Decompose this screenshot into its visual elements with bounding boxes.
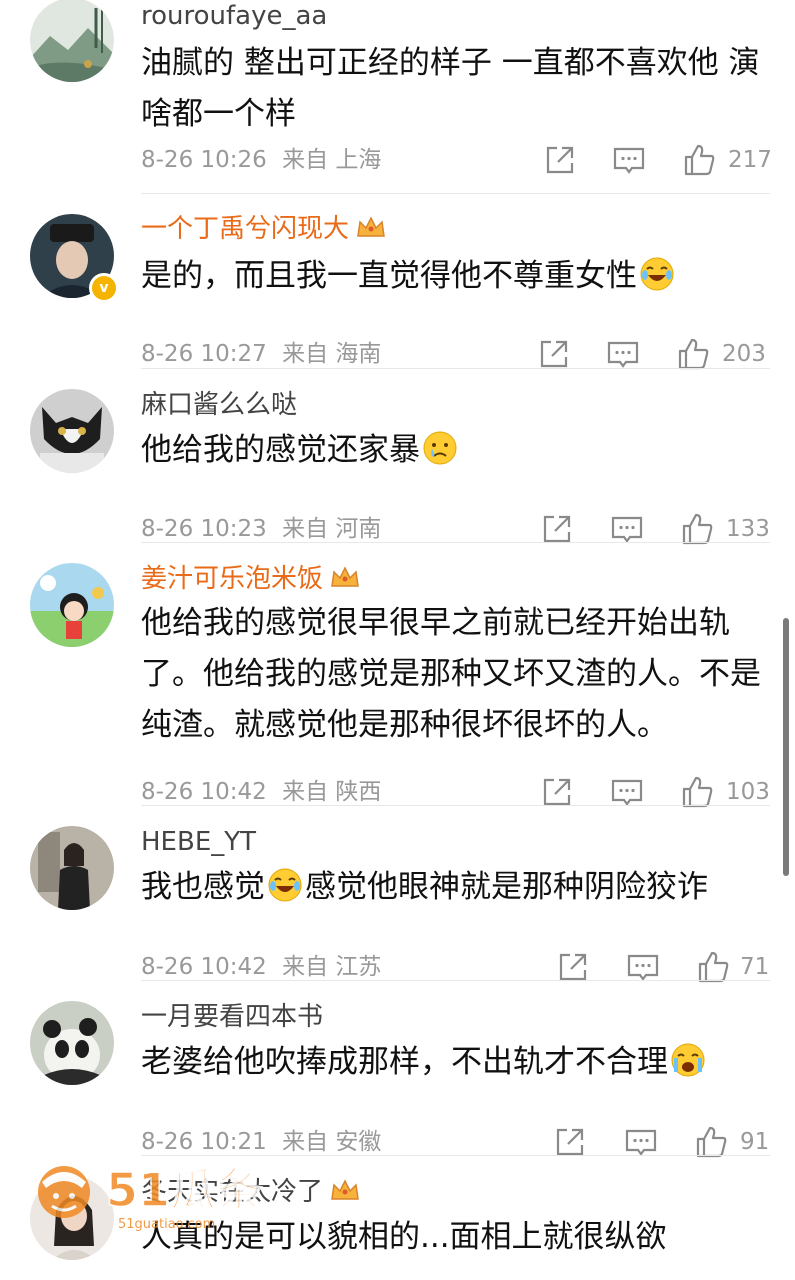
username[interactable]: 一月要看四本书 bbox=[141, 1001, 323, 1033]
comment-icon[interactable] bbox=[606, 337, 640, 371]
comment-text: 老婆给他吹捧成那样，不出轨才不合理 bbox=[141, 1037, 776, 1088]
comment-icon[interactable] bbox=[610, 512, 644, 546]
comment-location: 上海 bbox=[335, 147, 382, 173]
username[interactable]: HEBE_YT bbox=[141, 826, 256, 858]
avatar[interactable] bbox=[30, 0, 114, 82]
comment-meta: 8-26 10:23 来自 河南 bbox=[141, 514, 381, 544]
like-count: 71 bbox=[740, 954, 770, 980]
repost-icon[interactable] bbox=[556, 950, 590, 984]
verified-icon: v bbox=[89, 273, 119, 303]
like-icon[interactable] bbox=[694, 1125, 728, 1159]
username[interactable]: rouroufaye_aa bbox=[141, 0, 327, 32]
avatar[interactable] bbox=[30, 1001, 114, 1085]
repost-icon[interactable] bbox=[540, 775, 574, 809]
comment-text: 是的，而且我一直觉得他不尊重女性 bbox=[141, 251, 776, 302]
avatar[interactable] bbox=[30, 563, 114, 647]
comment-icon[interactable] bbox=[610, 775, 644, 809]
comment-text-body: 老婆给他吹捧成那样，不出轨才不合理 bbox=[141, 1044, 668, 1080]
crown-icon bbox=[331, 566, 359, 587]
avatar[interactable] bbox=[30, 389, 114, 473]
watermark-logo: 51瓜条 51guatiao.com bbox=[38, 1162, 263, 1232]
like-icon[interactable] bbox=[680, 775, 714, 809]
comment-location: 陕西 bbox=[335, 779, 382, 805]
loudly-crying-emoji bbox=[671, 1043, 705, 1077]
like-icon[interactable] bbox=[696, 950, 730, 984]
comment-item: HEBE_YT 我也感觉 感觉他眼神就是那种阴险狡诈 8-26 10:42 来自 … bbox=[0, 806, 795, 984]
comment-list: rouroufaye_aa 油腻的 整出可正经的样子 一直都不喜欢他 演啥都一个… bbox=[0, 0, 795, 1280]
username-text: 一个丁禹兮闪现大 bbox=[141, 214, 350, 244]
repost-icon[interactable] bbox=[553, 1125, 587, 1159]
crown-icon bbox=[331, 1179, 359, 1200]
comment-meta: 8-26 10:42 来自 江苏 bbox=[141, 952, 381, 982]
comment-time: 8-26 10:42 bbox=[141, 779, 267, 805]
username[interactable]: 麻口酱么么哒 bbox=[141, 389, 297, 421]
like-icon[interactable] bbox=[680, 512, 714, 546]
comment-source: 来自 bbox=[282, 954, 329, 980]
like-icon[interactable] bbox=[676, 337, 710, 371]
laughing-crying-emoji bbox=[640, 257, 674, 291]
comment-source: 来自 bbox=[282, 147, 329, 173]
repost-icon[interactable] bbox=[543, 143, 577, 177]
comment-item: rouroufaye_aa 油腻的 整出可正经的样子 一直都不喜欢他 演啥都一个… bbox=[0, 0, 795, 194]
like-count: 133 bbox=[726, 516, 770, 542]
repost-icon[interactable] bbox=[537, 337, 571, 371]
comment-time: 8-26 10:23 bbox=[141, 516, 267, 542]
username[interactable]: 姜汁可乐泡米饭 bbox=[141, 563, 361, 595]
comment-item: 一月要看四本书 老婆给他吹捧成那样，不出轨才不合理 8-26 10:21 来自 … bbox=[0, 981, 795, 1159]
comment-location: 安徽 bbox=[335, 1129, 382, 1155]
comment-time: 8-26 10:26 bbox=[141, 147, 267, 173]
username[interactable]: 一个丁禹兮闪现大 bbox=[141, 213, 387, 245]
comment-text-after: 感觉他眼神就是那种阴险狡诈 bbox=[305, 869, 708, 905]
comment-location: 江苏 bbox=[335, 954, 382, 980]
comment-icon[interactable] bbox=[612, 143, 646, 177]
watermark-url: 51guatiao.com bbox=[118, 1217, 215, 1232]
comment-meta: 8-26 10:42 来自 陕西 bbox=[141, 777, 381, 807]
scrollbar[interactable] bbox=[783, 618, 789, 876]
comment-item: v 一个丁禹兮闪现大 是的，而且我一直觉得他不尊重女性 8-26 10:27 来… bbox=[0, 194, 795, 371]
comment-text-body: 他给我的感觉还家暴 bbox=[141, 432, 420, 468]
comment-item: 麻口酱么么哒 他给我的感觉还家暴 8-26 10:23 来自 河南 133 bbox=[0, 369, 795, 546]
comment-text-before: 我也感觉 bbox=[141, 869, 265, 905]
comment-location: 河南 bbox=[335, 516, 382, 542]
comment-meta: 8-26 10:26 来自 上海 bbox=[141, 145, 381, 175]
username-text: 姜汁可乐泡米饭 bbox=[141, 564, 324, 594]
comment-text: 油腻的 整出可正经的样子 一直都不喜欢他 演啥都一个样 bbox=[141, 45, 760, 132]
comment-meta: 8-26 10:27 来自 海南 bbox=[141, 339, 381, 369]
comment-source: 来自 bbox=[282, 779, 329, 805]
comment-time: 8-26 10:27 bbox=[141, 341, 267, 367]
comment-source: 来自 bbox=[282, 516, 329, 542]
laughing-crying-emoji bbox=[268, 868, 302, 902]
comment-source: 来自 bbox=[282, 341, 329, 367]
comment-time: 8-26 10:42 bbox=[141, 954, 267, 980]
like-icon[interactable] bbox=[682, 143, 716, 177]
comment-icon[interactable] bbox=[626, 950, 660, 984]
comment-text: 我也感觉 感觉他眼神就是那种阴险狡诈 bbox=[141, 862, 776, 913]
like-count: 203 bbox=[722, 341, 766, 367]
comment-text: 他给我的感觉还家暴 bbox=[141, 425, 776, 476]
comment-text-body: 是的，而且我一直觉得他不尊重女性 bbox=[141, 258, 637, 294]
like-count: 217 bbox=[728, 147, 772, 173]
comment-icon[interactable] bbox=[624, 1125, 658, 1159]
watermark-brand: 51瓜条 bbox=[106, 1163, 262, 1217]
sad-tear-emoji bbox=[423, 431, 457, 465]
like-count: 91 bbox=[740, 1129, 770, 1155]
crown-icon bbox=[357, 216, 385, 237]
repost-icon[interactable] bbox=[540, 512, 574, 546]
comment-location: 海南 bbox=[335, 341, 382, 367]
comment-text: 他给我的感觉很早很早之前就已经开始出轨了。他给我的感觉是那种又坏又渣的人。不是纯… bbox=[141, 605, 761, 743]
like-count: 103 bbox=[726, 779, 770, 805]
comment-item: 姜汁可乐泡米饭 他给我的感觉很早很早之前就已经开始出轨了。他给我的感觉是那种又坏… bbox=[0, 543, 795, 809]
avatar[interactable] bbox=[30, 826, 114, 910]
